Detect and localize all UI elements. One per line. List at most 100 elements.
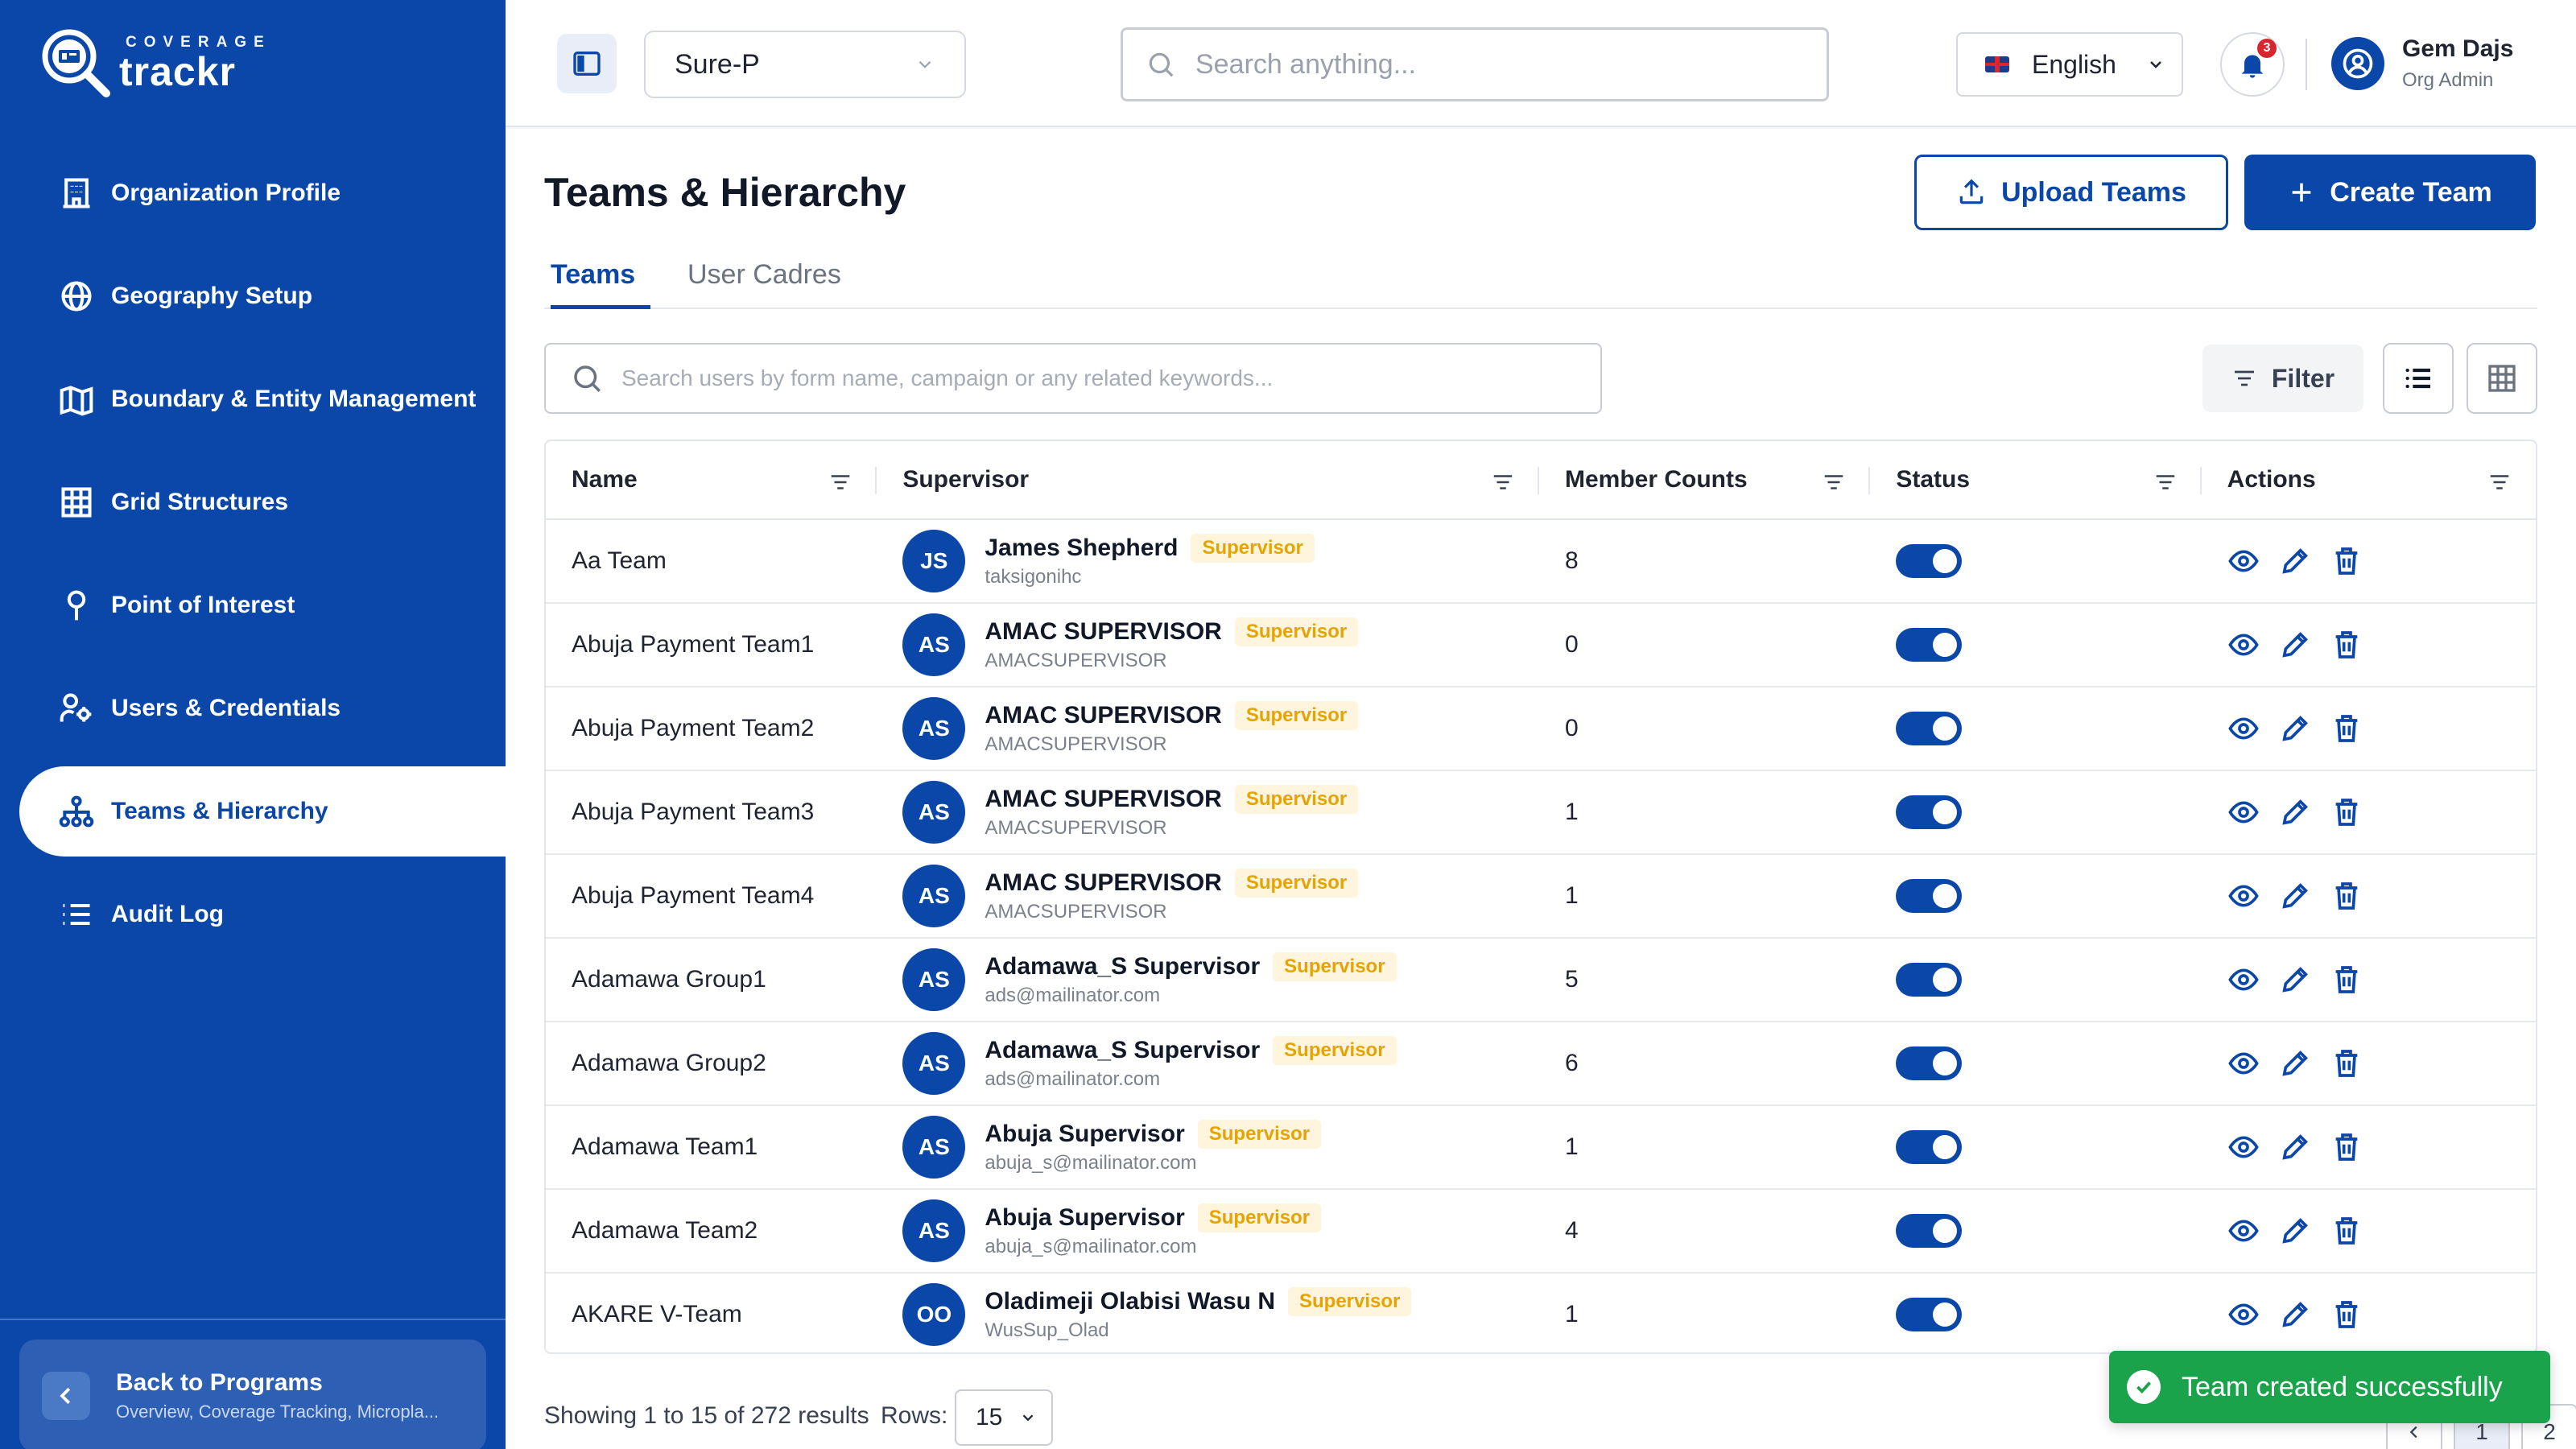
team-name[interactable]: Abuja Payment Team1	[546, 604, 877, 686]
delete-trash-icon[interactable]	[2330, 796, 2363, 828]
team-name[interactable]: Adamawa Team2	[546, 1190, 877, 1272]
status-toggle[interactable]	[1896, 712, 1963, 745]
create-team-button[interactable]: Create Team	[2244, 155, 2536, 230]
column-sort-icon[interactable]	[1822, 470, 1846, 494]
status-toggle[interactable]	[1896, 1130, 1963, 1164]
view-eye-icon[interactable]	[2227, 1215, 2260, 1247]
view-eye-icon[interactable]	[2227, 629, 2260, 661]
status-toggle[interactable]	[1896, 1298, 1963, 1331]
edit-pencil-icon[interactable]	[2279, 1131, 2311, 1163]
column-sort-icon[interactable]	[2487, 470, 2512, 494]
sidebar-nav: Organization Profile Geography Setup Bou…	[0, 148, 506, 972]
delete-trash-icon[interactable]	[2330, 1131, 2363, 1163]
edit-pencil-icon[interactable]	[2279, 1298, 2311, 1331]
notifications-button[interactable]: 3	[2220, 32, 2285, 97]
upload-icon	[1959, 179, 1984, 204]
team-name[interactable]: Aa Team	[546, 520, 877, 602]
rows-per-page-select[interactable]: 15	[955, 1389, 1053, 1446]
sidebar-toggle-button[interactable]	[557, 34, 617, 93]
language-select[interactable]: English	[1956, 32, 2183, 97]
back-to-programs[interactable]: Back to Programs Overview, Coverage Trac…	[19, 1340, 486, 1449]
edit-pencil-icon[interactable]	[2279, 545, 2311, 577]
table-search[interactable]	[544, 343, 1602, 414]
team-name[interactable]: Abuja Payment Team4	[546, 855, 877, 937]
status-toggle[interactable]	[1896, 544, 1963, 578]
tab-user-cadres[interactable]: User Cadres	[687, 250, 865, 309]
table-row: Adamawa Team2 AS Abuja Supervisor Superviso…	[546, 1190, 2536, 1274]
delete-trash-icon[interactable]	[2330, 964, 2363, 996]
delete-trash-icon[interactable]	[2330, 880, 2363, 912]
edit-pencil-icon[interactable]	[2279, 964, 2311, 996]
table-search-input[interactable]	[621, 365, 1571, 391]
status-toggle[interactable]	[1896, 795, 1963, 829]
upload-teams-button[interactable]: Upload Teams	[1914, 155, 2228, 230]
member-count: 5	[1564, 966, 1579, 993]
edit-pencil-icon[interactable]	[2279, 796, 2311, 828]
edit-pencil-icon[interactable]	[2279, 1047, 2311, 1080]
view-eye-icon[interactable]	[2227, 1298, 2260, 1331]
sidebar-item-grid-structures[interactable]: Grid Structures	[0, 457, 506, 547]
filter-button[interactable]: Filter	[2202, 345, 2363, 412]
column-sort-icon[interactable]	[2153, 470, 2178, 494]
status-toggle[interactable]	[1896, 1214, 1963, 1248]
team-name[interactable]: AKARE V-Team	[546, 1274, 877, 1352]
supervisor-name: Adamawa_S Supervisor	[985, 953, 1261, 980]
team-name[interactable]: Adamawa Team1	[546, 1106, 877, 1188]
sidebar-item-organization-profile[interactable]: Organization Profile	[0, 148, 506, 238]
grid-view-button[interactable]	[2467, 343, 2537, 414]
chevron-left-icon[interactable]	[42, 1372, 90, 1420]
chevron-down-icon	[1022, 1414, 1034, 1422]
sidebar-item-audit-log[interactable]: Audit Log	[0, 869, 506, 960]
status-toggle[interactable]	[1896, 1046, 1963, 1080]
edit-pencil-icon[interactable]	[2279, 1215, 2311, 1247]
supervisor-username: abuja_s@mailinator.com	[985, 1152, 1197, 1174]
user-avatar[interactable]	[2331, 37, 2384, 90]
column-sort-icon[interactable]	[1491, 470, 1515, 494]
teams-table: Name Supervisor Member Counts Status Act…	[544, 440, 2537, 1354]
team-name[interactable]: Adamawa Group1	[546, 939, 877, 1021]
team-name[interactable]: Abuja Payment Team2	[546, 687, 877, 770]
column-sort-icon[interactable]	[828, 470, 852, 494]
supervisor-cell: AS Abuja Supervisor Supervisor abuja_s@mail…	[877, 1106, 1539, 1188]
global-search[interactable]	[1121, 27, 1829, 101]
status-toggle[interactable]	[1896, 879, 1963, 913]
plus-icon	[2292, 183, 2311, 202]
status-toggle[interactable]	[1896, 963, 1963, 997]
sidebar-item-geography-setup[interactable]: Geography Setup	[0, 251, 506, 341]
team-name[interactable]: Abuja Payment Team3	[546, 771, 877, 853]
view-eye-icon[interactable]	[2227, 545, 2260, 577]
delete-trash-icon[interactable]	[2330, 712, 2363, 745]
sidebar-item-point-of-interest[interactable]: Point of Interest	[0, 560, 506, 650]
delete-trash-icon[interactable]	[2330, 545, 2363, 577]
delete-trash-icon[interactable]	[2330, 1298, 2363, 1331]
view-eye-icon[interactable]	[2227, 880, 2260, 912]
grid-icon	[58, 484, 95, 521]
brand-logo[interactable]: COVERAGE trackr	[39, 26, 271, 100]
user-name[interactable]: Gem Dajs	[2402, 35, 2513, 63]
view-eye-icon[interactable]	[2227, 964, 2260, 996]
status-toggle[interactable]	[1896, 628, 1963, 662]
edit-pencil-icon[interactable]	[2279, 629, 2311, 661]
sidebar-item-teams-hierarchy[interactable]: Teams & Hierarchy	[19, 766, 506, 857]
view-eye-icon[interactable]	[2227, 1131, 2260, 1163]
team-name[interactable]: Adamawa Group2	[546, 1022, 877, 1104]
tabs: Teams User Cadres	[544, 250, 2537, 309]
global-search-input[interactable]	[1195, 48, 1759, 80]
program-select[interactable]: Sure-P	[644, 31, 966, 98]
view-eye-icon[interactable]	[2227, 796, 2260, 828]
delete-trash-icon[interactable]	[2330, 1215, 2363, 1247]
view-eye-icon[interactable]	[2227, 1047, 2260, 1080]
edit-pencil-icon[interactable]	[2279, 880, 2311, 912]
list-view-button[interactable]	[2383, 343, 2454, 414]
status-cell	[1870, 520, 2201, 602]
edit-pencil-icon[interactable]	[2279, 712, 2311, 745]
delete-trash-icon[interactable]	[2330, 1047, 2363, 1080]
view-eye-icon[interactable]	[2227, 712, 2260, 745]
member-count: 1	[1564, 799, 1579, 825]
tab-teams[interactable]: Teams	[551, 250, 650, 309]
sidebar-item-users-credentials[interactable]: Users & Credentials	[0, 663, 506, 753]
supervisor-avatar: AS	[902, 948, 966, 1011]
sidebar-item-boundary-entity-management[interactable]: Boundary & Entity Management	[0, 354, 506, 444]
list-view-icon	[2405, 368, 2430, 389]
delete-trash-icon[interactable]	[2330, 629, 2363, 661]
